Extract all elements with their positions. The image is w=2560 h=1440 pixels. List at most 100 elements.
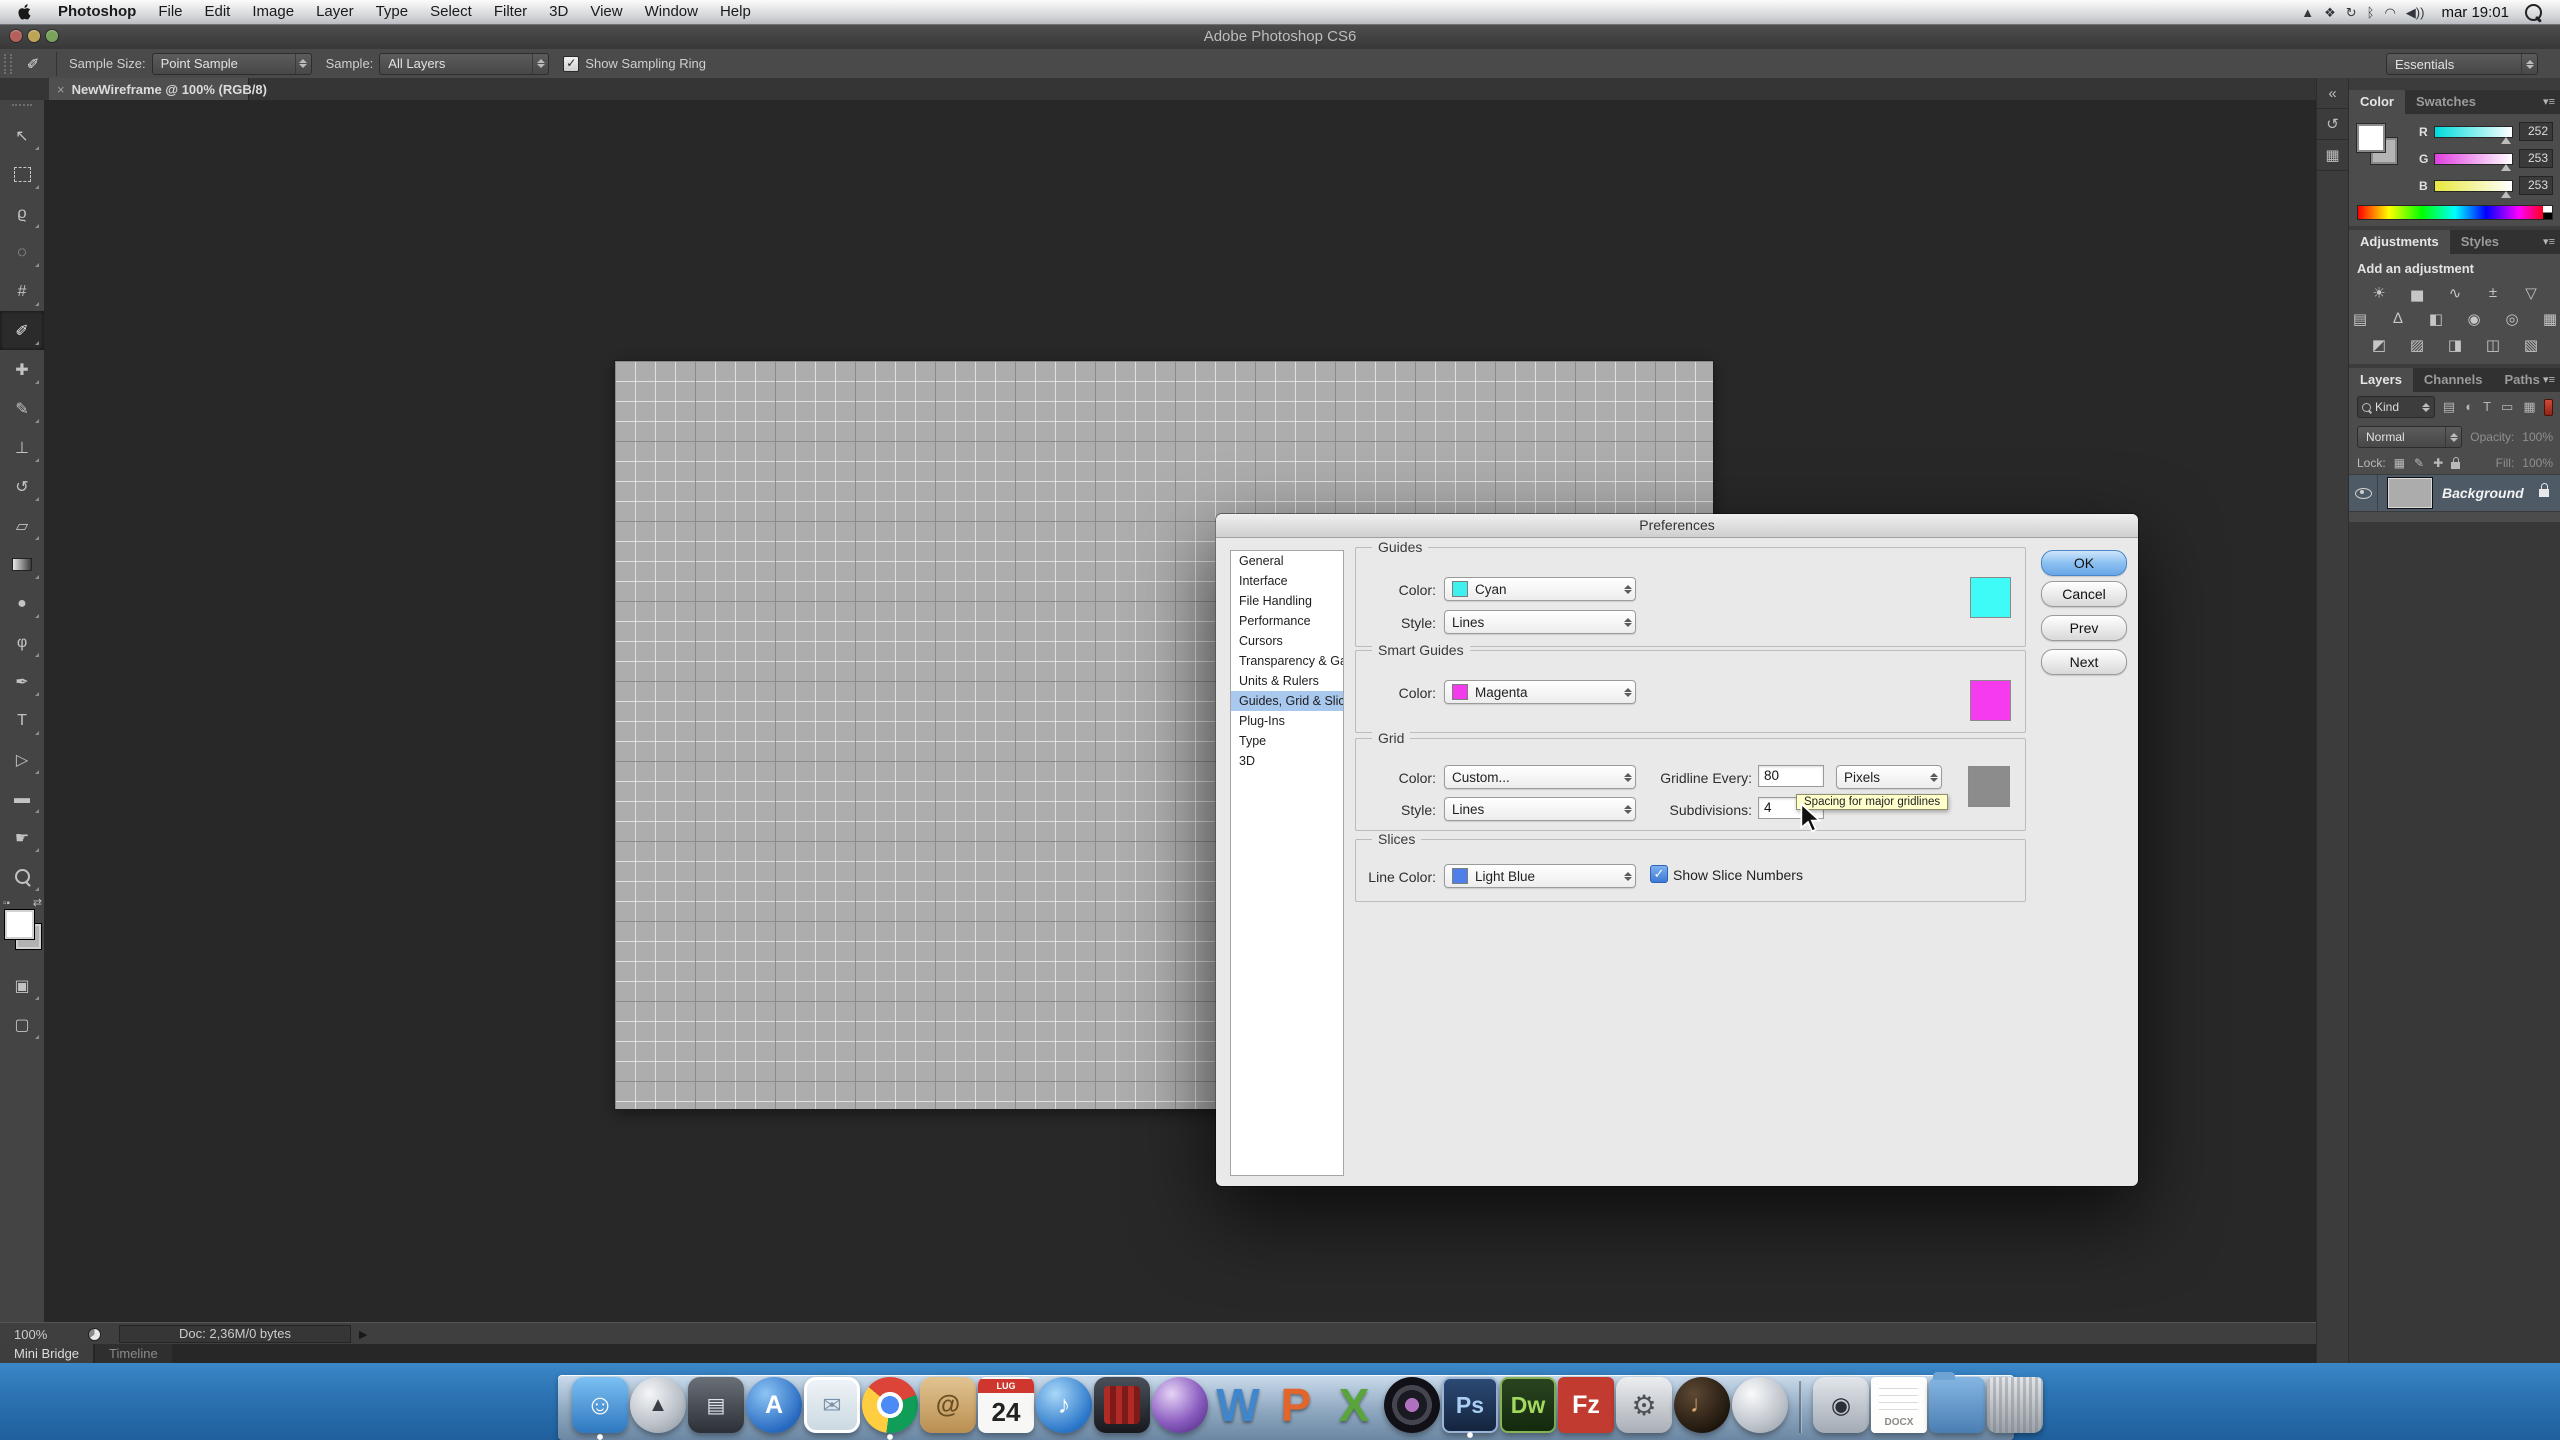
dock-item-trash[interactable] — [1987, 1377, 2043, 1433]
type-tool[interactable]: T — [0, 701, 44, 740]
dock-item-excel[interactable]: X — [1326, 1377, 1382, 1433]
menu-file[interactable]: File — [147, 3, 193, 20]
channel-value[interactable]: 253 — [2519, 176, 2553, 195]
filter-adjustment-layers-icon[interactable]: ◐ — [2465, 399, 2473, 415]
tab-swatches[interactable]: Swatches — [2405, 90, 2487, 114]
dock-item-contacts[interactable]: @ — [920, 1377, 976, 1433]
foreground-color-swatch[interactable] — [5, 910, 34, 939]
preferences-category-interface[interactable]: Interface — [1231, 571, 1343, 591]
dock-item-garageband[interactable]: ♩ — [1674, 1377, 1730, 1433]
dock-item-downloads-folder[interactable] — [1929, 1377, 1985, 1433]
curves-icon[interactable]: ∿ — [2444, 284, 2466, 302]
preferences-category-guides-grid-slices[interactable]: Guides, Grid & Slices — [1231, 691, 1343, 711]
foreground-color-swatch[interactable] — [2357, 124, 2385, 152]
zoom-tool[interactable] — [0, 857, 44, 896]
smart-guides-color-dropdown[interactable]: Magenta — [1444, 680, 1636, 704]
tab-timeline[interactable]: Timeline — [95, 1344, 172, 1363]
menu-layer[interactable]: Layer — [305, 3, 365, 20]
dropbox-icon[interactable]: ❖ — [2319, 5, 2341, 20]
layer-visibility-toggle[interactable] — [2349, 475, 2378, 511]
menu-edit[interactable]: Edit — [194, 3, 242, 20]
path-selection-tool[interactable]: ▷ — [0, 740, 44, 779]
hue-saturation-icon[interactable]: ▤ — [2349, 310, 2371, 328]
menu-select[interactable]: Select — [419, 3, 483, 20]
spot-healing-brush-tool[interactable]: ✚ — [0, 350, 44, 389]
tab-color[interactable]: Color — [2349, 90, 2405, 114]
ok-button[interactable]: OK — [2041, 550, 2127, 576]
quick-selection-tool[interactable]: ◌ — [0, 233, 44, 272]
default-colors-icon[interactable]: ▫▪ — [3, 898, 10, 909]
layer-filter-kind-dropdown[interactable]: Kind — [2357, 396, 2435, 418]
slices-line-color-dropdown[interactable]: Light Blue — [1444, 864, 1636, 888]
gridline-unit-dropdown[interactable]: Pixels — [1836, 765, 1942, 789]
lock-paint-icon[interactable]: ✎ — [2414, 456, 2424, 470]
channel-value[interactable]: 252 — [2519, 122, 2553, 141]
volume-icon[interactable]: ◀)) — [2401, 5, 2430, 20]
filter-pixel-layers-icon[interactable]: ▤ — [2443, 399, 2455, 415]
dock-item-filezilla[interactable]: Fz — [1558, 1377, 1614, 1433]
show-slice-numbers-checkbox[interactable]: ✓ — [1650, 865, 1668, 883]
rectangle-tool[interactable]: ▬ — [0, 779, 44, 818]
clone-stamp-tool[interactable]: ⊥ — [0, 428, 44, 467]
preferences-category-file-handling[interactable]: File Handling — [1231, 591, 1343, 611]
close-tab-icon[interactable]: × — [57, 82, 65, 97]
tab-styles[interactable]: Styles — [2450, 230, 2510, 254]
preferences-category-plug-ins[interactable]: Plug-Ins — [1231, 711, 1343, 731]
dock-item-system-preferences[interactable]: ⚙ — [1616, 1377, 1672, 1433]
screen-mode-button[interactable]: ▢ — [0, 1005, 44, 1044]
tab-adjustments[interactable]: Adjustments — [2349, 230, 2450, 254]
rectangular-marquee-tool[interactable] — [0, 155, 44, 194]
quick-mask-button[interactable]: ▣ — [0, 966, 44, 1005]
background-layer-row[interactable]: Background — [2349, 474, 2560, 512]
dock-item-app-store[interactable]: A — [746, 1377, 802, 1433]
lock-all-icon[interactable] — [2451, 462, 2460, 469]
blur-tool[interactable]: ● — [0, 584, 44, 623]
preferences-category-units-rulers[interactable]: Units & Rulers — [1231, 671, 1343, 691]
guides-color-dropdown[interactable]: Cyan — [1444, 577, 1636, 601]
lasso-tool[interactable]: ϱ — [0, 194, 44, 233]
posterize-icon[interactable]: ▨ — [2406, 336, 2428, 354]
color-lookup-icon[interactable]: ▦ — [2539, 310, 2560, 328]
show-sampling-ring-checkbox[interactable]: ✓ — [563, 56, 579, 72]
dodge-tool[interactable]: φ — [0, 623, 44, 662]
preferences-category-type[interactable]: Type — [1231, 731, 1343, 751]
dock-item-dreamweaver[interactable]: Dw — [1500, 1377, 1556, 1433]
sample-dropdown[interactable]: All Layers — [379, 53, 549, 75]
menu-type[interactable]: Type — [365, 3, 420, 20]
channel-value[interactable]: 253 — [2519, 149, 2553, 168]
google-drive-icon[interactable]: ▲ — [2296, 5, 2319, 20]
guides-color-swatch[interactable] — [1970, 577, 2011, 618]
lock-transparency-icon[interactable]: ▦ — [2394, 456, 2405, 470]
move-tool[interactable]: ↖ — [0, 116, 44, 155]
dock-item-mail[interactable]: ✉ — [804, 1377, 860, 1433]
menu-image[interactable]: Image — [241, 3, 305, 20]
eraser-tool[interactable]: ▱ — [0, 506, 44, 545]
panel-menu-icon[interactable]: ▾≡ — [2543, 373, 2555, 386]
color-slider-track[interactable] — [2434, 180, 2513, 192]
opacity-value[interactable]: 100% — [2522, 430, 2553, 444]
invert-icon[interactable]: ◩ — [2368, 336, 2390, 354]
menu-3d[interactable]: 3D — [538, 3, 579, 20]
dock-item-evernote[interactable] — [1732, 1377, 1788, 1433]
gradient-tool[interactable] — [0, 545, 44, 584]
apple-menu-icon[interactable] — [18, 3, 33, 21]
preferences-category-cursors[interactable]: Cursors — [1231, 631, 1343, 651]
photo-filter-icon[interactable]: ◉ — [2463, 310, 2485, 328]
history-panel-icon[interactable]: ↺ — [2317, 109, 2348, 140]
dock-item-finder[interactable]: ☺ — [572, 1377, 628, 1433]
workspace-dropdown[interactable]: Essentials — [2386, 53, 2538, 75]
swap-colors-icon[interactable]: ⇄ — [33, 896, 42, 909]
menu-filter[interactable]: Filter — [483, 3, 538, 20]
collapse-panels-icon[interactable]: « — [2317, 78, 2348, 109]
brightness-contrast-icon[interactable]: ☀ — [2368, 284, 2390, 302]
vibrance-icon[interactable]: ▽ — [2520, 284, 2542, 302]
gridline-every-input[interactable]: 80 — [1758, 765, 1824, 787]
pen-tool[interactable]: ✒ — [0, 662, 44, 701]
status-options-arrow[interactable]: ▶ — [359, 1328, 367, 1341]
next-button[interactable]: Next — [2041, 649, 2127, 675]
menu-window[interactable]: Window — [634, 3, 709, 20]
time-machine-icon[interactable]: ↻ — [2341, 5, 2362, 20]
dock-item-photo-booth[interactable] — [1094, 1377, 1150, 1433]
document-tab[interactable]: × NewWireframe @ 100% (RGB/8) — [49, 78, 249, 100]
tab-layers[interactable]: Layers — [2349, 368, 2413, 392]
